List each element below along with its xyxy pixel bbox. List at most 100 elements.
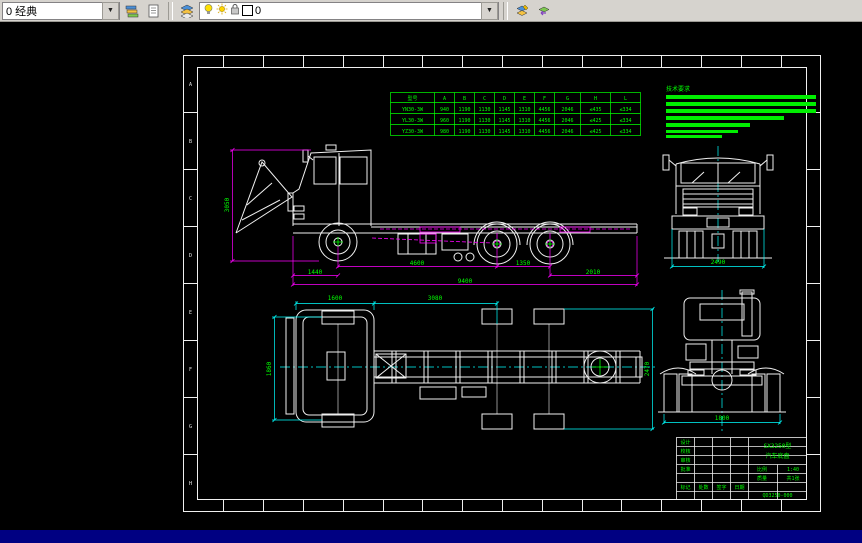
svg-text:≤425: ≤425 [589,118,601,124]
make-layer-current-button[interactable] [512,1,532,20]
dim-rear-overhang: 2010 [586,269,601,276]
svg-text:F: F [189,367,192,373]
svg-text:4456: 4456 [538,107,550,113]
layer-previous-icon [538,6,550,15]
svg-text:签字: 签字 [716,484,726,491]
truck-front-view: 2490 [662,146,774,269]
dim-front-width: 2490 [711,259,726,266]
dim-overall-width: 2470 [644,361,651,376]
svg-text:YL30-3W: YL30-3W [402,118,424,124]
front-view-dimension: 2490 [669,229,767,269]
lock-icon[interactable] [230,3,240,18]
svg-text:2046: 2046 [561,129,573,135]
svg-text:H: H [594,96,597,102]
svg-text:1310: 1310 [518,107,530,113]
svg-text:≤425: ≤425 [589,129,601,135]
dim-front-overhang: 1440 [308,269,323,276]
svg-text:1190: 1190 [458,129,470,135]
sun-icon[interactable] [216,3,228,18]
layer-stack-icon [180,4,194,18]
svg-text:G: G [566,96,569,102]
zone-letters: A B C D E F G H [189,82,192,487]
toolbar-separator [503,1,508,20]
svg-text:D: D [189,253,192,259]
svg-text:质量: 质量 [757,475,767,482]
dim-wheelbase: 4600 [410,260,425,267]
notes-text-lines [666,95,816,138]
svg-text:≤435: ≤435 [589,107,601,113]
svg-text:B: B [463,96,466,102]
layers-icon [125,5,139,17]
svg-text:B: B [189,139,192,145]
truck-rear-view: 1800 [658,289,786,432]
svg-text:A: A [443,96,446,102]
drawing-number: QD3250-000 [762,493,792,499]
layer-current-icon [516,4,529,16]
spec-table: 型号 A B C D E F G H L YN30-3W 940 1190 11… [390,92,641,136]
svg-text:1310: 1310 [518,129,530,135]
svg-text:E: E [189,310,192,316]
svg-text:批准: 批准 [680,466,690,473]
svg-text:1190: 1190 [458,118,470,124]
svg-text:≤334: ≤334 [619,129,631,135]
title-block: 设计 校核 审核 批准 标记 处数 签字 日期 SX3250型 汽车底盘 比例 … [676,437,807,500]
dim-overall-length: 9400 [458,278,473,285]
svg-text:1145: 1145 [498,129,510,135]
svg-text:≤334: ≤334 [619,107,631,113]
dim-mid-span: 3080 [428,295,443,302]
workspace-value: 0 经典 [6,5,38,18]
layer-previous-button[interactable] [534,1,554,20]
chevron-down-icon[interactable]: ▼ [102,1,119,20]
svg-text:4456: 4456 [538,129,550,135]
svg-text:1145: 1145 [498,118,510,124]
svg-text:审核: 审核 [680,457,690,464]
svg-text:1310: 1310 [518,118,530,124]
svg-text:C: C [483,96,486,102]
drawing-title-line2: 汽车底盘 [765,452,789,460]
svg-text:H: H [189,481,192,487]
svg-text:设计: 设计 [680,439,690,446]
svg-text:1130: 1130 [478,129,490,135]
svg-text:型号: 型号 [407,95,417,102]
svg-text:处数: 处数 [698,484,708,491]
svg-text:1:40: 1:40 [787,467,799,473]
svg-text:G: G [189,424,192,430]
svg-text:4456: 4456 [538,118,550,124]
notes-title: 技术要求 [666,85,690,93]
layers-button[interactable] [177,1,197,20]
svg-text:E: E [523,96,526,102]
layer-states-button[interactable] [144,1,164,20]
drawing-canvas[interactable]: A B C D E F G H 型号 A B C D E F G H L YN3… [0,22,862,530]
dim-track: 1860 [266,361,273,376]
svg-text:F: F [543,96,546,102]
wheel-center-marks [333,237,555,249]
svg-text:标记: 标记 [680,484,690,491]
svg-text:D: D [503,96,506,102]
svg-text:2046: 2046 [561,107,573,113]
svg-text:A: A [189,82,192,88]
layer-combo[interactable]: 0 ▼ [199,1,499,20]
svg-text:YN30-3W: YN30-3W [402,107,424,113]
svg-text:2046: 2046 [561,118,573,124]
svg-text:日期: 日期 [734,485,744,491]
svg-text:980: 980 [440,129,449,135]
chevron-down-icon[interactable]: ▼ [481,1,498,20]
svg-text:1130: 1130 [478,118,490,124]
svg-text:≤334: ≤334 [619,118,631,124]
bulb-icon[interactable] [203,3,214,18]
dim-cab-length: 1600 [328,295,343,302]
layer-properties-button[interactable] [122,1,142,20]
cad-drawing: A B C D E F G H 型号 A B C D E F G H L YN3… [183,55,821,512]
svg-text:YZ30-3W: YZ30-3W [402,129,424,135]
svg-text:共1张: 共1张 [786,475,799,482]
spare-wheel-mark [592,359,608,375]
svg-text:1145: 1145 [498,107,510,113]
layer-value: 0 [255,4,262,17]
tech-notes: 技术要求 [666,85,816,138]
toolbar-separator [168,1,173,20]
color-swatch[interactable] [242,5,253,16]
workspace-combo[interactable]: 0 经典 ▼ [2,1,120,20]
dim-rear-track: 1800 [715,415,730,422]
side-view-dimensions: 4600 1350 1440 2010 9400 3050 [224,147,640,287]
dim-cab-height: 3050 [224,197,231,212]
